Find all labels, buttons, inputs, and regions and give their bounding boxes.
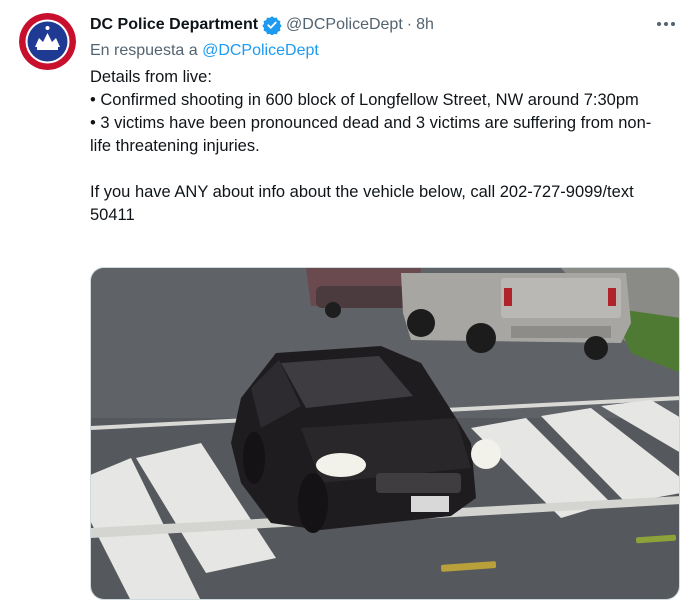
reply-prefix: En respuesta a [90, 42, 203, 59]
tweet-line: Details from live: [90, 68, 212, 86]
header-separator: · [406, 16, 413, 33]
avatar[interactable] [19, 13, 76, 70]
tweet[interactable]: DC Police Department @DCPoliceDept · 8h … [0, 0, 700, 610]
tweet-header: DC Police Department @DCPoliceDept · 8h [90, 15, 660, 36]
tweet-line [90, 158, 670, 181]
verified-badge-icon [262, 15, 282, 36]
tweet-timestamp[interactable]: 8h [416, 15, 434, 35]
reply-context: En respuesta a @DCPoliceDept [90, 41, 319, 61]
tweet-line: If you have ANY about info about the veh… [90, 183, 634, 224]
police-badge-icon [19, 13, 76, 70]
tweet-text: Details from live: • Confirmed shooting … [90, 66, 670, 227]
author-name[interactable]: DC Police Department [90, 15, 258, 35]
reply-to-link[interactable]: @DCPoliceDept [202, 42, 319, 59]
car-photo [91, 268, 679, 599]
tweet-line: • Confirmed shooting in 600 block of Lon… [90, 91, 639, 109]
more-horizontal-icon[interactable] [654, 14, 678, 34]
author-handle[interactable]: @DCPoliceDept [286, 15, 403, 35]
tweet-media-image[interactable] [90, 267, 680, 600]
tweet-line: • 3 victims have been pronounced dead an… [90, 114, 652, 155]
